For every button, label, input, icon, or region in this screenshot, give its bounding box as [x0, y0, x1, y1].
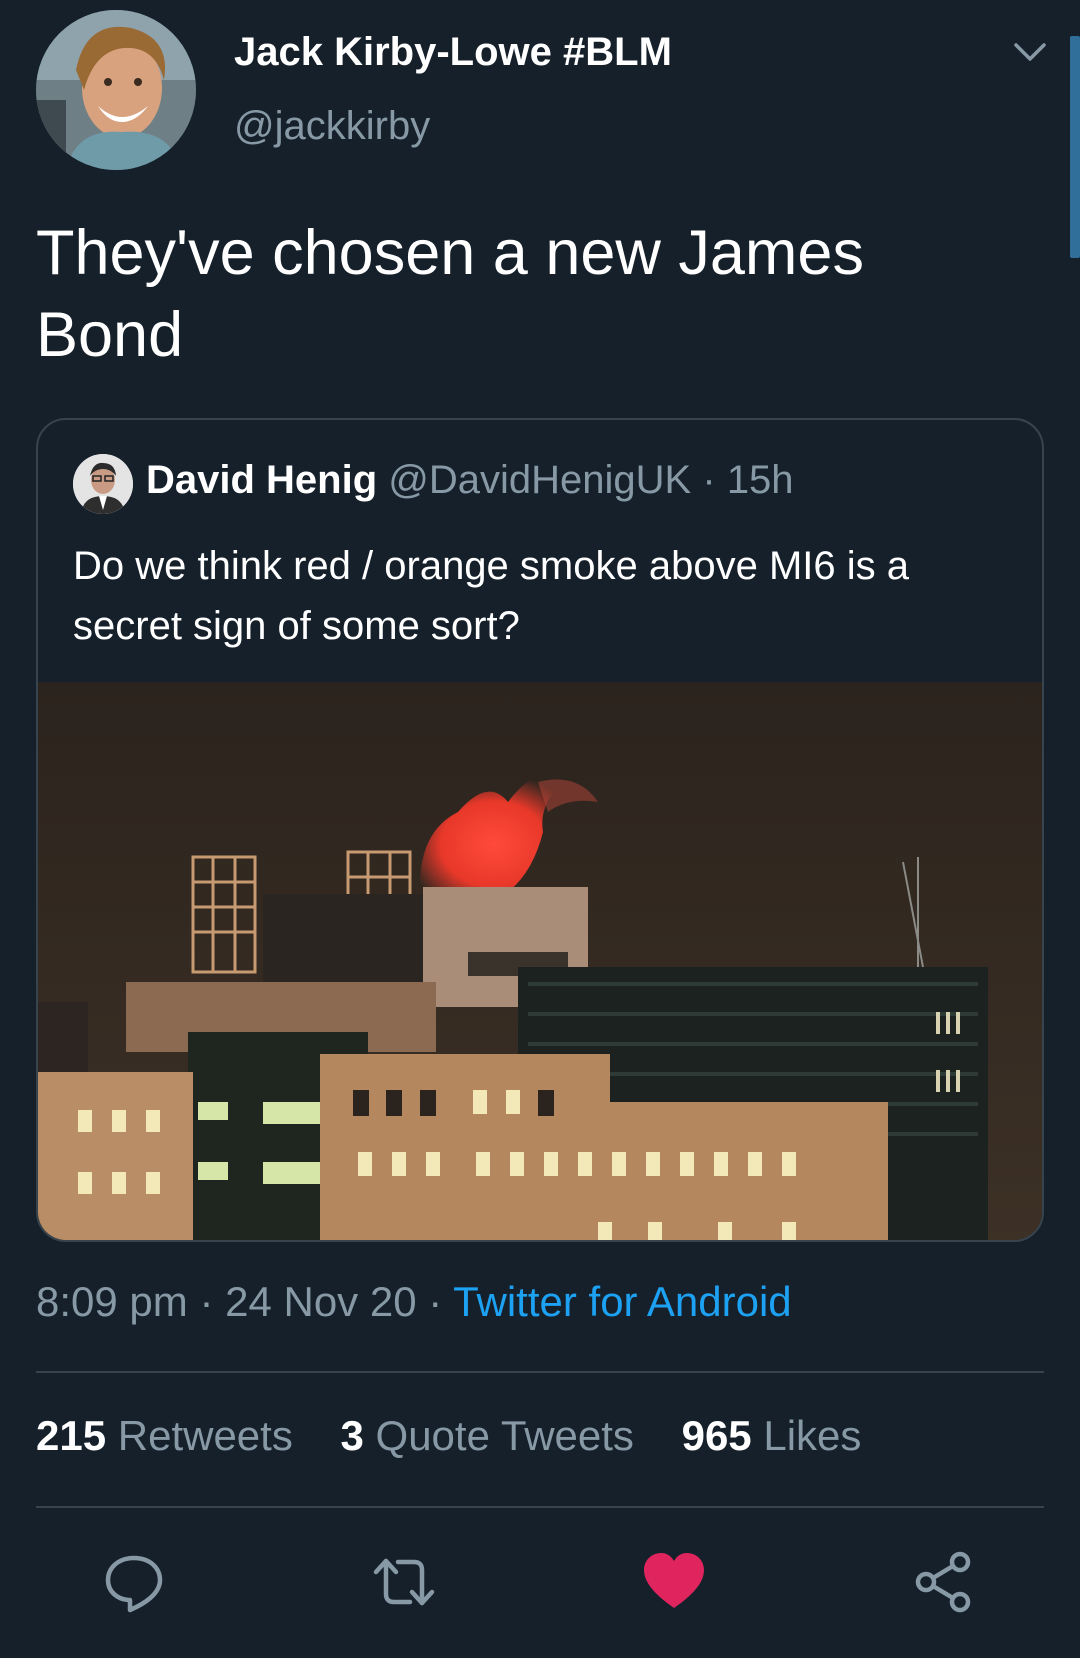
tweet-text: They've chosen a new James Bond [36, 218, 864, 370]
quote-header: David Henig @DavidHenigUK · 15h [146, 458, 794, 503]
tweet-stats: 215 Retweets 3 Quote Tweets 965 Likes [36, 1412, 897, 1460]
like-icon[interactable] [640, 1548, 708, 1616]
likes-label: Likes [763, 1412, 862, 1459]
quote-separator: · [702, 458, 716, 502]
tweet-source-link[interactable]: Twitter for Android [453, 1278, 791, 1325]
divider [36, 1371, 1044, 1373]
author-photo [36, 10, 196, 170]
chevron-down-icon[interactable] [1012, 40, 1048, 64]
reply-icon[interactable] [100, 1548, 168, 1616]
quote-timestamp[interactable]: 15h [727, 458, 794, 502]
retweet-icon[interactable] [370, 1548, 438, 1616]
tweet-detail-page: Jack Kirby-Lowe #BLM @jackkirby They've … [0, 0, 1080, 1658]
share-icon[interactable] [910, 1548, 978, 1616]
tweet-time[interactable]: 8:09 pm [36, 1278, 188, 1325]
author-handle[interactable]: @jackkirby [234, 104, 430, 149]
quoted-tweet-card[interactable]: David Henig @DavidHenigUK · 15h Do we th… [36, 418, 1044, 1242]
meta-separator: · [199, 1278, 214, 1325]
tweet-date[interactable]: 24 Nov 20 [225, 1278, 416, 1325]
divider [36, 1506, 1044, 1508]
meta-separator: · [428, 1278, 443, 1325]
author-name[interactable]: Jack Kirby-Lowe #BLM [234, 30, 672, 75]
quote-tweets-label: Quote Tweets [375, 1412, 634, 1459]
author-avatar[interactable] [36, 10, 196, 170]
quote-author-photo [73, 454, 133, 514]
quote-text: Do we think red / orange smoke above MI6… [73, 544, 909, 648]
retweets-stat[interactable]: 215 Retweets [36, 1412, 293, 1459]
quote-author-name[interactable]: David Henig [146, 458, 377, 502]
likes-stat[interactable]: 965 Likes [682, 1412, 862, 1459]
quote-author-handle[interactable]: @DavidHenigUK [388, 458, 691, 502]
tweet-meta: 8:09 pm · 24 Nov 20 · Twitter for Androi… [36, 1278, 792, 1326]
retweets-count: 215 [36, 1412, 107, 1459]
mi6-building-photo[interactable] [38, 682, 1044, 1242]
likes-count: 965 [681, 1412, 752, 1459]
retweets-label: Retweets [117, 1412, 293, 1459]
quote-tweets-stat[interactable]: 3 Quote Tweets [341, 1412, 634, 1459]
scrollbar[interactable] [1070, 36, 1080, 258]
quote-tweets-count: 3 [340, 1412, 364, 1459]
quote-author-avatar[interactable] [73, 454, 133, 514]
